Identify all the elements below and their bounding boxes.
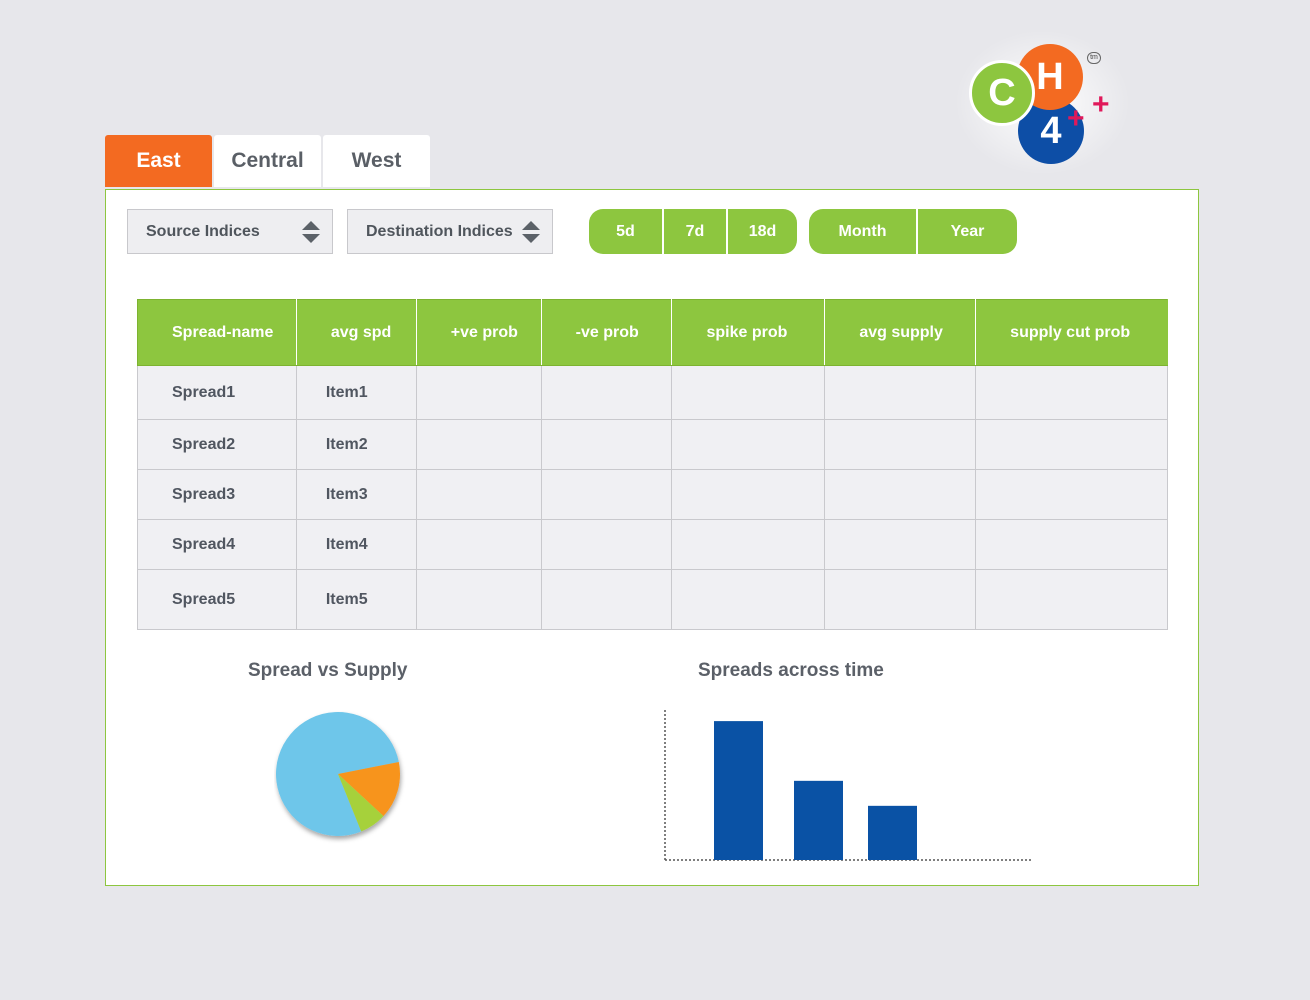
- table-cell: [824, 469, 977, 520]
- tab-west[interactable]: West: [323, 135, 430, 187]
- table-row[interactable]: Spread5 Item5: [137, 569, 1168, 630]
- tab-east[interactable]: East: [105, 135, 212, 187]
- table-cell: [824, 519, 977, 570]
- spread-table: Spread-name avg spd +ve prob -ve prob sp…: [137, 299, 1168, 630]
- table-cell: [671, 519, 826, 570]
- table-cell: [415, 469, 542, 520]
- period-range-group: Month Year: [809, 209, 1017, 254]
- spread-vs-supply-pie-chart[interactable]: [274, 710, 414, 850]
- source-indices-label: Source Indices: [146, 222, 260, 240]
- table-cell: [415, 365, 542, 420]
- column-header[interactable]: Spread-name: [137, 299, 297, 366]
- table-cell: [540, 365, 673, 420]
- table-cell: [824, 365, 977, 420]
- table-cell: [540, 569, 673, 630]
- table-cell: [540, 419, 673, 470]
- table-cell: [415, 519, 542, 570]
- bar[interactable]: [714, 721, 763, 860]
- range-5d-button[interactable]: 5d: [589, 209, 664, 254]
- table-cell: Item1: [295, 365, 417, 420]
- bar[interactable]: [868, 805, 917, 860]
- range-year-button[interactable]: Year: [918, 209, 1017, 254]
- range-18d-button[interactable]: 18d: [728, 209, 797, 254]
- table-cell: [671, 469, 826, 520]
- table-cell: Spread3: [137, 469, 297, 520]
- table-cell: [975, 469, 1168, 520]
- main-panel: Source Indices Destination Indices 5d 7d…: [105, 189, 1199, 886]
- table-header-row: Spread-name avg spd +ve prob -ve prob sp…: [137, 299, 1168, 366]
- column-header[interactable]: +ve prob: [415, 299, 542, 366]
- table-cell: Spread1: [137, 365, 297, 420]
- table-cell: [824, 419, 977, 470]
- table-cell: [975, 365, 1168, 420]
- table-cell: [671, 419, 826, 470]
- table-row[interactable]: Spread1 Item1: [137, 365, 1168, 420]
- trademark-mark: tm: [1087, 52, 1101, 64]
- spreads-across-time-bar-chart[interactable]: [656, 705, 1036, 865]
- table-cell: [540, 519, 673, 570]
- table-row[interactable]: Spread3 Item3: [137, 469, 1168, 520]
- source-indices-select[interactable]: Source Indices: [127, 209, 333, 254]
- column-header[interactable]: avg spd: [295, 299, 417, 366]
- range-month-button[interactable]: Month: [809, 209, 918, 254]
- table-cell: [975, 519, 1168, 570]
- destination-indices-select[interactable]: Destination Indices: [347, 209, 553, 254]
- table-row[interactable]: Spread4 Item4: [137, 519, 1168, 570]
- column-header[interactable]: supply cut prob: [975, 299, 1168, 366]
- table-cell: [975, 569, 1168, 630]
- table-cell: [415, 569, 542, 630]
- table-cell: [824, 569, 977, 630]
- tab-central[interactable]: Central: [214, 135, 321, 187]
- logo-green-circle: C: [969, 60, 1035, 126]
- table-cell: Item5: [295, 569, 417, 630]
- column-header[interactable]: spike prob: [671, 299, 826, 366]
- table-cell: [975, 419, 1168, 470]
- sort-arrows-icon: [302, 221, 320, 243]
- table-cell: [540, 469, 673, 520]
- table-cell: Item4: [295, 519, 417, 570]
- table-cell: Item2: [295, 419, 417, 470]
- table-cell: Spread2: [137, 419, 297, 470]
- table-row[interactable]: Spread2 Item2: [137, 419, 1168, 470]
- logo-plus-icon: +: [1067, 102, 1085, 135]
- destination-indices-label: Destination Indices: [366, 222, 513, 240]
- table-cell: Spread4: [137, 519, 297, 570]
- table-cell: Spread5: [137, 569, 297, 630]
- pie-chart-title: Spread vs Supply: [248, 660, 408, 681]
- ch4-logo: 4 H C + + tm: [955, 30, 1130, 175]
- table-cell: [415, 419, 542, 470]
- sort-arrows-icon: [522, 221, 540, 243]
- range-7d-button[interactable]: 7d: [664, 209, 728, 254]
- day-range-group: 5d 7d 18d: [589, 209, 797, 254]
- column-header[interactable]: avg supply: [824, 299, 977, 366]
- logo-plus-icon: +: [1092, 88, 1110, 121]
- table-cell: Item3: [295, 469, 417, 520]
- column-header[interactable]: -ve prob: [540, 299, 673, 366]
- table-cell: [671, 569, 826, 630]
- table-cell: [671, 365, 826, 420]
- bar[interactable]: [794, 780, 843, 860]
- bar-chart-title: Spreads across time: [698, 660, 884, 681]
- region-tabs: East Central West: [105, 135, 432, 187]
